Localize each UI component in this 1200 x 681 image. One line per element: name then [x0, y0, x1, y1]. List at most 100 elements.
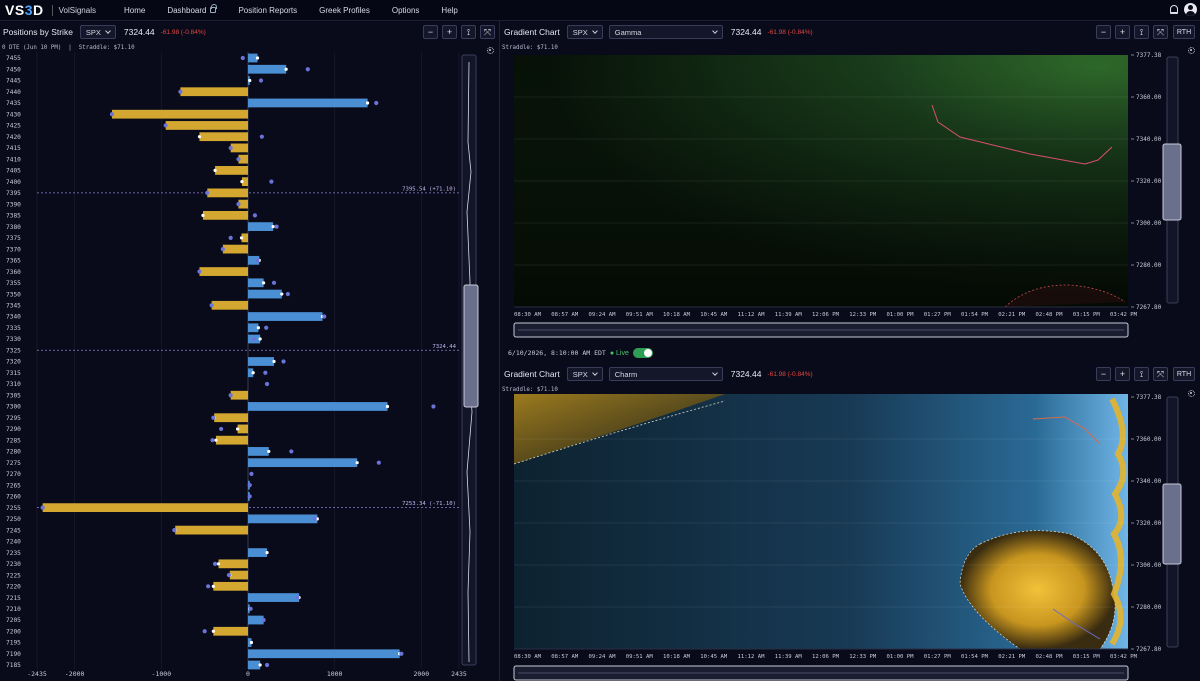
charm-rth-button[interactable]: RTH [1173, 367, 1195, 381]
gamma-spot-price: 7324.44 [730, 27, 762, 37]
position-dot [219, 426, 224, 432]
nav-options[interactable]: Options [392, 6, 420, 15]
expand-icon[interactable]: ⤧ [480, 25, 495, 39]
gamma-rth-button[interactable]: RTH [1173, 25, 1195, 39]
position-dot [263, 370, 268, 375]
charm-spot-price: 7324.44 [730, 369, 762, 379]
brand-name: VolSignals [58, 5, 96, 15]
position-bar [202, 210, 248, 220]
position-dot [312, 516, 317, 521]
chevron-down-icon [711, 370, 718, 376]
position-dot [202, 629, 207, 634]
position-dot [264, 381, 270, 387]
logo[interactable]: VS3D [5, 2, 44, 18]
symbol-select[interactable]: SPX [79, 25, 116, 39]
zoom-in-button[interactable]: + [442, 25, 457, 39]
center-icon[interactable]: ⟟ [461, 25, 476, 39]
x-tick-label: 11:12 AM [738, 312, 766, 318]
position-dot [40, 505, 45, 510]
zoom-out-button[interactable]: − [423, 25, 438, 39]
position-bar [248, 458, 358, 468]
gamma-symbol-select[interactable]: SPX [566, 25, 603, 39]
nav-position-reports[interactable]: Position Reports [238, 6, 297, 15]
gamma-zoom-out-button[interactable]: − [1096, 25, 1111, 39]
gamma-zoom-in-button[interactable]: + [1115, 25, 1130, 39]
bar-end-marker [211, 629, 215, 633]
positions-title: Positions by Strike [3, 27, 73, 37]
position-dot [289, 449, 294, 454]
position-bar [218, 559, 248, 569]
bar-end-marker [280, 292, 284, 296]
bar-end-marker [255, 56, 260, 60]
x-tick-label: 0 [246, 670, 250, 678]
price-change: -61.98 (-0.84%) [160, 28, 206, 36]
charm-center-icon[interactable]: ⟟ [1134, 367, 1149, 381]
position-bar [248, 649, 400, 659]
gamma-y-labels: 7377.38 7360.00 7340.00 7320.00 7300.00 7280.… [1131, 52, 1162, 311]
gamma-price-change: -61.98 (-0.84%) [767, 28, 813, 36]
x-tick-label: 08:30 AM [514, 312, 542, 318]
charm-expand-icon[interactable]: ⤧ [1153, 367, 1168, 381]
charm-title: Gradient Chart [504, 369, 560, 379]
x-tick-label: 01:27 PM [924, 654, 952, 660]
gamma-expand-icon[interactable]: ⤧ [1153, 25, 1168, 39]
nav-help[interactable]: Help [441, 6, 457, 15]
live-toggle[interactable] [632, 348, 653, 358]
bar-end-marker [211, 584, 215, 588]
x-tick-label: 08:30 AM [514, 654, 542, 660]
charm-header: Gradient Chart SPX Charm 7324.44 -61.98 … [504, 364, 813, 384]
bar-end-marker [213, 168, 217, 173]
strike-label: 7235 [6, 550, 21, 557]
position-bar [199, 267, 248, 276]
bar-end-marker [216, 562, 221, 566]
x-tick-label: 12:33 PM [849, 312, 877, 318]
charm-zoom-in-button[interactable]: + [1115, 367, 1130, 381]
strike-label: 7450 [6, 66, 21, 73]
position-dot [211, 415, 216, 420]
strike-label: 7380 [6, 224, 21, 231]
bell-icon[interactable] [1170, 5, 1178, 14]
nav-home[interactable]: Home [124, 6, 145, 15]
strike-marker-label: 7324.44 [432, 344, 456, 350]
position-dot [251, 336, 257, 342]
spot-price: 7324.44 [123, 27, 155, 37]
logo-text-end: D [32, 2, 44, 18]
nav-greek-profiles[interactable]: Greek Profiles [319, 6, 370, 15]
gamma-center-icon[interactable]: ⟟ [1134, 25, 1149, 39]
position-dot [172, 528, 177, 533]
strike-label: 7405 [6, 168, 21, 175]
strike-label: 7285 [6, 437, 21, 444]
scrollbar-thumb[interactable] [463, 284, 479, 408]
charm-zoom-out-button[interactable]: − [1096, 367, 1111, 381]
position-dot [274, 224, 279, 229]
gamma-header: Gradient Chart SPX Gamma 7324.44 -61.98 … [504, 22, 813, 42]
position-dot [285, 291, 290, 297]
charm-symbol-select[interactable]: SPX [566, 367, 603, 381]
strike-label: 7410 [6, 156, 21, 163]
nav-dashboard[interactable]: Dashboard [167, 4, 218, 15]
charm-price-scroll-thumb[interactable] [1162, 483, 1182, 565]
y-tick-label: 7300.00 [1136, 220, 1162, 227]
position-dot [247, 494, 252, 499]
position-dot [210, 438, 215, 443]
position-bar [248, 357, 274, 366]
y-tick-label: 7320.00 [1136, 178, 1162, 185]
bar-end-marker [248, 78, 252, 83]
gamma-metric-select[interactable]: Gamma [608, 25, 723, 39]
bar-end-marker [239, 236, 244, 240]
gamma-price-scroll-thumb[interactable] [1162, 143, 1182, 221]
x-tick-label: 08:57 AM [551, 312, 579, 318]
positions-header: Positions by Strike SPX 7324.44 -61.98 (… [3, 22, 206, 42]
strike-label: 7220 [6, 584, 21, 591]
position-dot [209, 303, 214, 308]
strike-label: 7370 [6, 246, 21, 253]
strike-label: 7330 [6, 336, 21, 343]
strike-label: 7385 [6, 213, 21, 220]
charm-metric-select[interactable]: Charm [608, 367, 723, 381]
x-tick-label: 09:24 AM [589, 654, 617, 660]
user-avatar-icon[interactable] [1184, 3, 1197, 16]
chevron-down-icon [105, 28, 111, 34]
x-tick-label: -2435 [27, 670, 47, 678]
position-bar [248, 548, 268, 557]
x-tick-label: 1000 [327, 670, 343, 678]
